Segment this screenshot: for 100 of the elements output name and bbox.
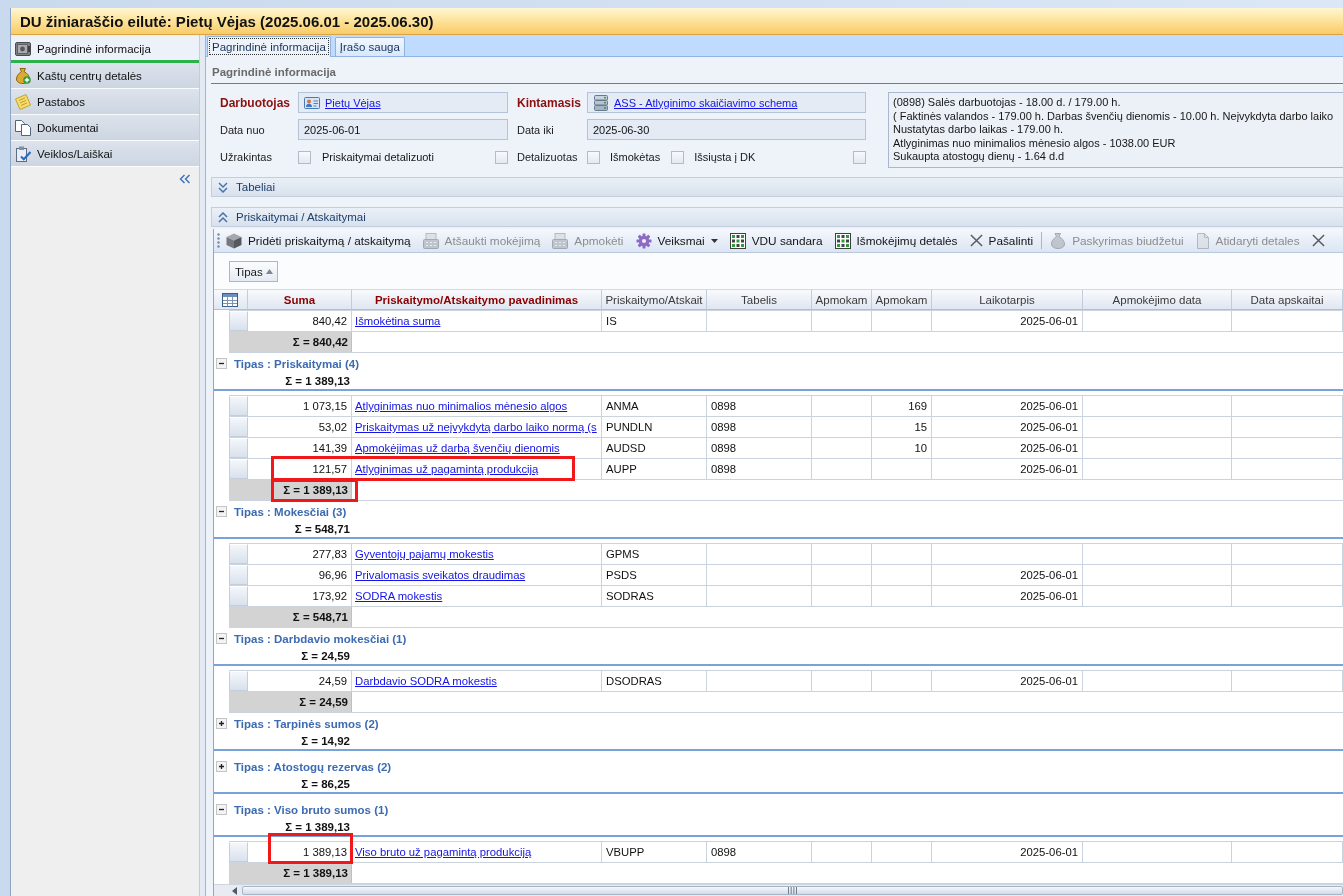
table-cell: 10 (872, 438, 932, 458)
row-link[interactable]: Gyventojų pajamų mokestis (355, 548, 494, 560)
row-selector[interactable] (229, 842, 248, 862)
toolbar-button[interactable]: Pašalinti (963, 229, 1040, 252)
row-selector[interactable] (229, 396, 248, 416)
row-selector[interactable] (229, 671, 248, 691)
row-selector[interactable] (229, 438, 248, 458)
employee-link[interactable]: Pietų Vėjas (325, 96, 381, 109)
column-header[interactable]: Priskaitymo/Atskaitymo pavadinimas (352, 290, 602, 309)
group-title: Tipas : Viso bruto sumos (1) (234, 803, 389, 816)
row-link[interactable]: Privalomasis sveikatos draudimas (355, 569, 526, 581)
checkbox[interactable] (671, 150, 685, 164)
row-link[interactable]: Atlyginimas nuo minimalios mėnesio algos (355, 400, 568, 412)
minus-icon[interactable] (216, 804, 227, 815)
note-icon (15, 93, 31, 110)
minus-icon[interactable] (216, 506, 227, 517)
package-icon (226, 232, 242, 249)
row-selector[interactable] (229, 586, 248, 606)
row-link[interactable]: Darbdavio SODRA mokestis (355, 675, 497, 687)
column-header[interactable]: Apmokam (812, 290, 872, 309)
toolbar-grip[interactable] (217, 233, 220, 248)
sum-cell: Σ = 24,59 (229, 692, 352, 712)
field-label: Darbuotojas (220, 95, 290, 110)
section-header[interactable]: Tabeliai (211, 177, 1343, 197)
sidebar-item[interactable]: Dokumentai (11, 115, 199, 141)
section-header[interactable]: Priskaitymai / Atskaitymai (211, 207, 1343, 227)
checkbox[interactable] (853, 150, 866, 164)
row-link[interactable]: Apmokėjimas už darbą švenčių dienomis (355, 442, 560, 454)
toolbar-button[interactable]: Išmokėjimų detalės (828, 229, 964, 252)
plus-icon[interactable] (216, 761, 227, 772)
table-cell: DSODRAS (602, 671, 707, 691)
group-total: Σ = 548,71 (294, 522, 350, 535)
group-by-chip[interactable]: Tipas (229, 261, 278, 282)
row-selector[interactable] (229, 417, 248, 437)
plus-icon[interactable] (216, 718, 227, 729)
field-label: Data nuo (220, 123, 265, 136)
column-header[interactable]: Apmokėjimo data (1083, 290, 1232, 309)
minus-icon[interactable] (216, 358, 227, 369)
group-total: Σ = 24,59 (301, 649, 350, 662)
checkbox-label: Išsiųsta į DK (694, 151, 756, 163)
tab[interactable]: Įrašo sauga (334, 37, 405, 56)
toolbar-button[interactable]: VDU sandara (723, 229, 829, 252)
toolbar-button[interactable]: Veiksmai (629, 229, 724, 252)
table-cell: 2025-06-01 (932, 438, 1083, 458)
row-link[interactable]: SODRA mokestis (355, 590, 443, 602)
money-bag-plus-icon (15, 67, 31, 84)
double-chevron-left-icon[interactable] (179, 174, 191, 184)
table-cell: 277,83 (248, 544, 352, 564)
horizontal-scrollbar[interactable] (214, 884, 1343, 896)
checkbox[interactable] (587, 150, 600, 164)
column-header[interactable]: Suma (248, 290, 352, 309)
group-title: Tipas : Darbdavio mokesčiai (1) (234, 632, 407, 645)
row-selector[interactable] (229, 544, 248, 564)
table-cell: 1 073,15 (248, 396, 352, 416)
sidebar-item[interactable]: Pastabos (11, 89, 199, 115)
checkbox[interactable] (298, 150, 311, 164)
sidebar-item[interactable]: Kaštų centrų detalės (11, 63, 199, 89)
table-cell: 2025-06-01 (932, 459, 1083, 479)
checkbox[interactable] (495, 150, 508, 164)
date-field[interactable]: 2025-06-30 (587, 119, 866, 140)
column-header[interactable]: Apmokam (872, 290, 932, 309)
table-cell: 96,96 (248, 565, 352, 585)
printer-icon (552, 232, 569, 249)
variable-field[interactable]: ASS - Atlyginimo skaičiavimo schema (587, 92, 866, 113)
contact-card-icon (304, 96, 320, 109)
table-cell: AUPP (602, 459, 707, 479)
table-cell: 121,57 (248, 459, 352, 479)
scrollbar-thumb[interactable] (242, 886, 1343, 895)
table-icon[interactable] (222, 292, 238, 307)
table-cell: 2025-06-01 (932, 417, 1083, 437)
table-cell: 0898 (707, 417, 812, 437)
group-title: Tipas : Priskaitymai (4) (234, 357, 360, 370)
tab[interactable]: Pagrindinė informacija (207, 36, 331, 57)
column-header[interactable]: Tabelis (707, 290, 812, 309)
toolbar-button[interactable]: Pridėti priskaitymą / atskaitymą (220, 229, 417, 252)
row-selector[interactable] (229, 565, 248, 585)
employee-field[interactable]: Pietų Vėjas (298, 92, 508, 113)
column-header[interactable]: Data apskaitai (1232, 290, 1343, 309)
sidebar-item[interactable]: Veiklos/Laiškai (11, 141, 199, 167)
grip-icon (788, 887, 797, 894)
scroll-left-icon[interactable] (232, 886, 237, 895)
sidebar-item[interactable]: Pagrindinė informacija (11, 37, 199, 63)
table-cell: 1 389,13 (248, 842, 352, 862)
checkbox-label: Išmokėtas (610, 151, 661, 163)
column-header[interactable]: Priskaitymo/Atskait (602, 290, 707, 309)
row-link[interactable]: Priskaitymas už neįvykdytą darbo laiko normą (s (355, 421, 597, 433)
row-link[interactable]: Išmokėtina suma (355, 315, 441, 327)
money-bag-icon (1050, 232, 1067, 249)
field-label: Data iki (517, 123, 554, 136)
minus-icon[interactable] (216, 633, 227, 644)
date-field[interactable]: 2025-06-01 (298, 119, 508, 140)
info-line: (0898) Salės darbuotojas - 18.00 d. / 179.00 h. (893, 96, 1121, 110)
section-title: Pagrindinė informacija (212, 66, 336, 78)
variable-link[interactable]: ASS - Atlyginimo skaičiavimo schema (614, 96, 798, 109)
row-link[interactable]: Viso bruto už pagamintą produkciją (355, 846, 532, 858)
row-selector[interactable] (229, 459, 248, 479)
row-link[interactable]: Atlyginimas už pagamintą produkciją (355, 463, 539, 475)
column-header[interactable]: Laikotarpis (932, 290, 1083, 309)
table-cell: VBUPP (602, 842, 707, 862)
sum-cell: Σ = 548,71 (229, 607, 352, 627)
